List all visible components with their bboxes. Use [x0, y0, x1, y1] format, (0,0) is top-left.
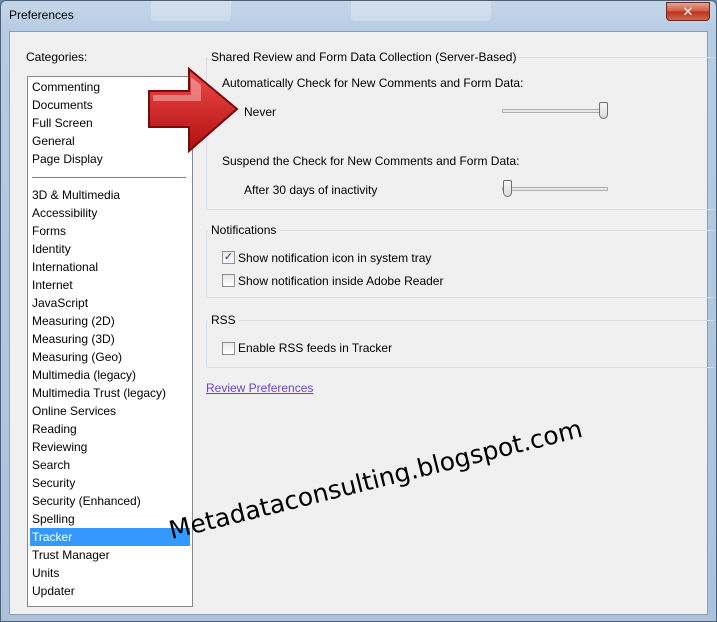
category-separator — [32, 177, 186, 178]
title-bar[interactable]: Preferences ✕ — [1, 1, 716, 31]
suspend-value: After 30 days of inactivity — [244, 183, 378, 197]
red-arrow-icon — [148, 66, 239, 154]
category-item[interactable]: Security (Enhanced) — [30, 492, 190, 510]
category-item[interactable]: 3D & Multimedia — [30, 186, 190, 204]
category-item[interactable]: Updater — [30, 582, 190, 600]
suspend-slider-thumb[interactable] — [503, 180, 512, 197]
show-tray-checkbox[interactable]: ✓ — [222, 251, 235, 264]
category-item[interactable]: Multimedia Trust (legacy) — [30, 384, 190, 402]
rss-title: RSS — [208, 313, 239, 327]
close-icon: ✕ — [682, 4, 694, 19]
notifications-group: Notifications ✓ Show notification icon i… — [206, 223, 714, 298]
category-item[interactable]: Measuring (Geo) — [30, 348, 190, 366]
enable-rss-label[interactable]: Enable RSS feeds in Tracker — [238, 341, 392, 355]
category-item[interactable]: Accessibility — [30, 204, 190, 222]
category-item[interactable]: Identity — [30, 240, 190, 258]
show-tray-label[interactable]: Show notification icon in system tray — [238, 251, 431, 265]
suspend-slider-track[interactable] — [502, 187, 608, 191]
window-title: Preferences — [9, 8, 74, 22]
dialog-body: Categories: Commenting Documents Full Scre… — [9, 31, 714, 615]
background-window-ghost — [151, 1, 231, 21]
background-window-ghost — [351, 1, 491, 21]
review-preferences-link[interactable]: Review Preferences — [206, 381, 313, 395]
category-item[interactable]: Reading — [30, 420, 190, 438]
category-item[interactable]: Security — [30, 474, 190, 492]
show-reader-checkbox[interactable] — [222, 274, 235, 287]
category-item[interactable]: Search — [30, 456, 190, 474]
category-item[interactable]: International — [30, 258, 190, 276]
auto-check-label: Automatically Check for New Comments and… — [222, 76, 524, 90]
show-reader-label[interactable]: Show notification inside Adobe Reader — [238, 274, 443, 288]
category-item[interactable]: JavaScript — [30, 294, 190, 312]
category-item[interactable]: Units — [30, 564, 190, 582]
category-item[interactable]: Reviewing — [30, 438, 190, 456]
auto-check-slider-thumb[interactable] — [599, 102, 608, 119]
category-item[interactable]: Measuring (2D) — [30, 312, 190, 330]
category-item[interactable]: Internet — [30, 276, 190, 294]
category-item[interactable]: Forms — [30, 222, 190, 240]
notifications-title: Notifications — [208, 223, 280, 237]
close-button[interactable]: ✕ — [666, 2, 710, 21]
category-item[interactable]: Measuring (3D) — [30, 330, 190, 348]
enable-rss-checkbox[interactable] — [222, 342, 235, 355]
categories-label: Categories: — [26, 50, 88, 64]
shared-review-title: Shared Review and Form Data Collection (… — [208, 50, 520, 64]
category-item[interactable]: Trust Manager — [30, 546, 190, 564]
auto-check-value: Never — [244, 105, 277, 119]
suspend-label: Suspend the Check for New Comments and F… — [222, 154, 520, 168]
category-item[interactable]: Multimedia (legacy) — [30, 366, 190, 384]
category-item[interactable]: Online Services — [30, 402, 190, 420]
rss-group: RSS Enable RSS feeds in Tracker — [206, 313, 714, 368]
auto-check-slider-track[interactable] — [502, 109, 608, 113]
category-item[interactable]: Tracker — [30, 528, 190, 546]
preferences-window: Preferences ✕ Categories: Commenting Docu… — [0, 0, 717, 622]
shared-review-group: Shared Review and Form Data Collection (… — [206, 50, 714, 210]
